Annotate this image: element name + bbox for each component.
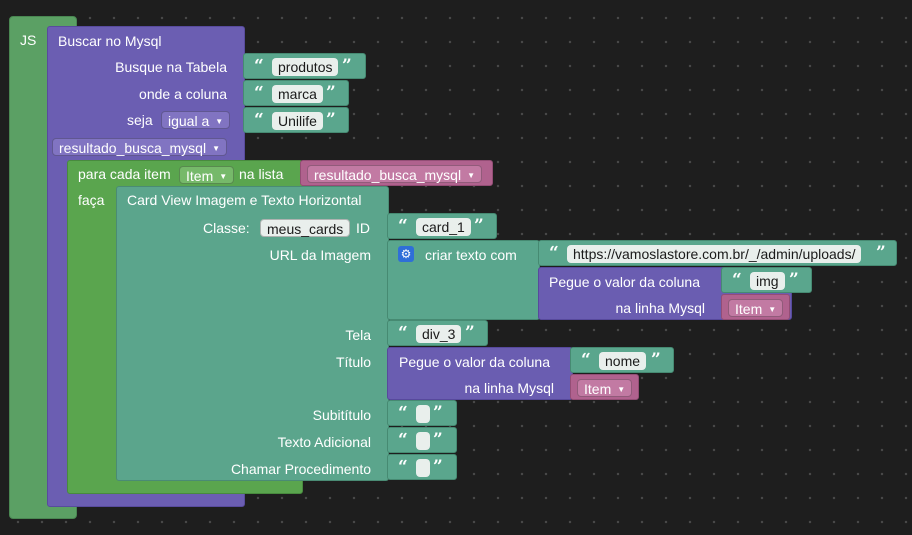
extra-text-field[interactable] (416, 432, 430, 450)
table-label: Busque na Tabela (115, 59, 227, 75)
open-quote-icon: “ (398, 323, 408, 343)
procedure-label: Chamar Procedimento (230, 461, 371, 477)
do-label: faça (78, 192, 105, 208)
open-quote-icon: “ (398, 403, 408, 423)
row-variable-block[interactable]: Item ▼ (721, 294, 790, 320)
result-variable-dropdown[interactable]: resultado_busca_mysql ▼ (52, 138, 228, 156)
get-column-label: Pegue o valor da coluna (549, 274, 700, 290)
class-field[interactable]: meus_cards (260, 219, 351, 237)
close-quote-icon: ” (876, 243, 886, 263)
id-value-field[interactable]: card_1 (416, 218, 471, 236)
open-quote-icon: “ (398, 457, 408, 477)
img-column-field[interactable]: img (750, 272, 785, 290)
url-value-field[interactable]: https://vamoslastore.com.br/_/admin/uplo… (567, 245, 862, 263)
list-variable-value: resultado_busca_mysql (314, 167, 462, 183)
close-quote-icon: ” (433, 403, 443, 423)
get-column-block-title[interactable]: Pegue o valor da coluna na linha Mysql (387, 347, 573, 400)
close-quote-icon: ” (474, 216, 484, 236)
open-quote-icon: “ (549, 243, 559, 263)
gear-icon[interactable]: ⚙ (398, 246, 414, 262)
screen-text-block[interactable]: “ div_3 ” (387, 320, 488, 346)
title-row-label: na linha Mysql (464, 380, 555, 396)
title-label: Título (335, 354, 371, 370)
row-label: na linha Mysql (615, 300, 706, 316)
title-row-variable-dropdown[interactable]: Item ▼ (577, 379, 633, 397)
column-value-field[interactable]: marca (272, 85, 323, 103)
close-quote-icon: ” (789, 270, 799, 290)
operator-dropdown[interactable]: igual a ▼ (161, 111, 231, 129)
url-text-block[interactable]: “ https://vamoslastore.com.br/_/admin/up… (538, 240, 897, 266)
subtitle-field[interactable] (416, 405, 430, 423)
close-quote-icon: ” (433, 430, 443, 450)
foreach-label: para cada item (78, 166, 171, 182)
match-text-block[interactable]: “ Unilife ” (243, 107, 349, 133)
title-row-variable-value: Item (584, 381, 612, 397)
row-variable-dropdown[interactable]: Item ▼ (728, 299, 784, 317)
id-label: ID (356, 220, 370, 236)
extra-text-label: Texto Adicional (277, 434, 371, 450)
item-variable-value: Item (186, 168, 214, 184)
procedure-text-block[interactable]: “ ” (387, 454, 457, 480)
open-quote-icon: “ (254, 83, 264, 103)
column-label: onde a coluna (139, 86, 227, 102)
in-list-label: na lista (239, 166, 284, 182)
open-quote-icon: “ (732, 270, 742, 290)
screen-value-field[interactable]: div_3 (416, 325, 462, 343)
id-text-block[interactable]: “ card_1 ” (387, 213, 497, 239)
close-quote-icon: ” (651, 350, 661, 370)
chevron-down-icon: ▼ (617, 385, 626, 394)
column-text-block[interactable]: “ marca ” (243, 80, 349, 106)
chevron-down-icon: ▼ (768, 305, 777, 314)
table-value-field[interactable]: produtos (272, 58, 339, 76)
list-variable-dropdown[interactable]: resultado_busca_mysql ▼ (307, 165, 483, 183)
close-quote-icon: ” (433, 457, 443, 477)
item-variable-dropdown[interactable]: Item ▼ (179, 166, 235, 184)
open-quote-icon: “ (398, 430, 408, 450)
match-value-field[interactable]: Unilife (272, 112, 323, 130)
open-quote-icon: “ (398, 216, 408, 236)
close-quote-icon: ” (465, 323, 475, 343)
list-variable-block[interactable]: resultado_busca_mysql ▼ (300, 160, 493, 186)
seja-label: seja (127, 112, 153, 128)
name-column-text-block[interactable]: “ nome ” (570, 347, 674, 373)
js-label: JS (20, 32, 37, 48)
close-quote-icon: ” (326, 83, 336, 103)
create-text-block[interactable]: ⚙ criar texto com (387, 240, 540, 320)
operator-value: igual a (168, 113, 210, 129)
title-row-variable-block[interactable]: Item ▼ (570, 374, 639, 400)
subtitle-label: Subitítulo (312, 407, 371, 423)
card-view-block[interactable]: Card View Imagem e Texto Horizontal Clas… (116, 186, 389, 481)
close-quote-icon: ” (342, 56, 352, 76)
subtitle-text-block[interactable]: “ ” (387, 400, 457, 426)
chevron-down-icon: ▼ (212, 144, 221, 153)
close-quote-icon: ” (326, 110, 336, 130)
chevron-down-icon: ▼ (219, 172, 228, 181)
open-quote-icon: “ (581, 350, 591, 370)
create-text-label: criar texto com (425, 247, 517, 263)
row-variable-value: Item (735, 301, 763, 317)
screen-label: Tela (345, 327, 371, 343)
class-label: Classe: (203, 220, 250, 236)
chevron-down-icon: ▼ (215, 117, 224, 126)
result-variable-value: resultado_busca_mysql (59, 140, 207, 156)
extra-text-block[interactable]: “ ” (387, 427, 457, 453)
img-column-text-block[interactable]: “ img ” (721, 267, 812, 293)
table-text-block[interactable]: “ produtos ” (243, 53, 366, 79)
card-block-title: Card View Imagem e Texto Horizontal (127, 192, 362, 208)
mysql-block-title: Buscar no Mysql (58, 33, 162, 49)
title-get-column-label: Pegue o valor da coluna (399, 354, 550, 370)
procedure-field[interactable] (416, 459, 430, 477)
image-url-label: URL da Imagem (269, 247, 371, 263)
open-quote-icon: “ (254, 110, 264, 130)
chevron-down-icon: ▼ (467, 171, 476, 180)
open-quote-icon: “ (254, 56, 264, 76)
name-column-field[interactable]: nome (599, 352, 647, 370)
